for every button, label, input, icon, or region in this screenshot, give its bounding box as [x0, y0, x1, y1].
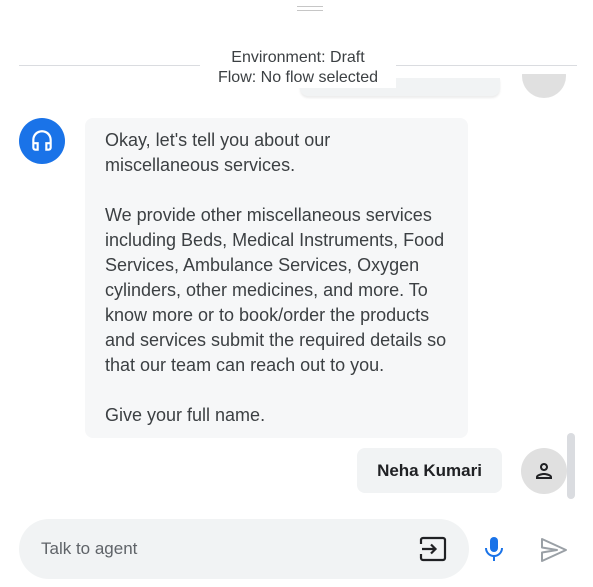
headset-icon	[32, 130, 52, 151]
user-avatar	[521, 448, 567, 494]
user-message-text: Neha Kumari	[377, 460, 482, 480]
environment-info: Environment: Draft Flow: No flow selecte…	[200, 48, 396, 88]
agent-message-paragraph: Give your full name.	[105, 405, 266, 425]
transfer-button[interactable]	[419, 536, 447, 562]
agent-message-paragraph: Okay, let's tell you about our miscellan…	[105, 130, 336, 175]
header-divider-right	[395, 65, 577, 66]
microphone-button[interactable]	[482, 535, 506, 563]
agent-avatar	[19, 118, 65, 164]
scrollbar-thumb[interactable]	[567, 433, 575, 499]
previous-user-avatar	[522, 74, 566, 98]
drag-handle[interactable]	[297, 6, 323, 12]
user-message-bubble: Neha Kumari	[357, 448, 502, 493]
agent-message-bubble: Okay, let's tell you about our miscellan…	[85, 118, 468, 438]
transfer-to-agent-icon	[419, 536, 447, 562]
person-icon	[536, 463, 552, 479]
environment-label: Environment: Draft	[231, 49, 365, 66]
flow-label: Flow: No flow selected	[217, 69, 379, 86]
agent-message-paragraph: We provide other miscellaneous services …	[105, 205, 452, 375]
send-icon	[541, 538, 567, 562]
send-button[interactable]	[540, 537, 568, 563]
composer	[19, 519, 469, 579]
message-input[interactable]	[41, 519, 411, 579]
microphone-icon	[485, 537, 503, 561]
header-divider-left	[19, 65, 201, 66]
